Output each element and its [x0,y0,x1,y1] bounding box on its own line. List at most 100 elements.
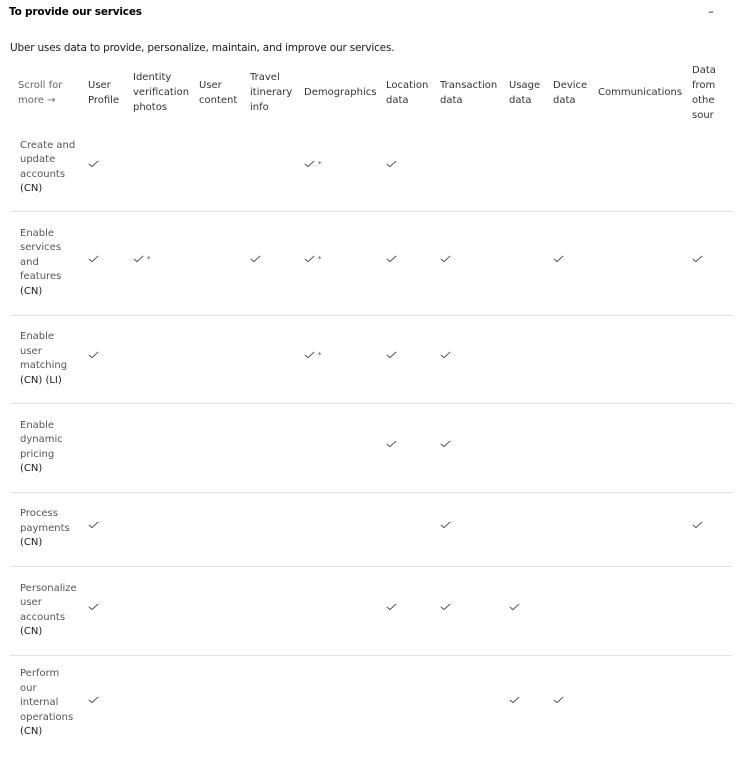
cell-communications [598,566,692,656]
column-header-text: Profile [88,94,120,106]
cell-transaction [440,125,509,212]
checkmark-icon [440,521,454,531]
column-header-location: Location data [386,60,440,125]
purpose-cell: Create and update accounts (CN) [10,125,88,212]
cell-user-content [199,655,250,751]
scroll-hint-text: Scroll for [18,79,63,91]
checkmark-icon [250,255,264,265]
purpose-cell: Enable services and features (CN) [10,211,88,316]
purpose-cell: Process payments (CN) [10,492,88,567]
cell-location [386,211,440,316]
checkmark-icon [692,255,706,265]
cell-other-sources [692,403,732,493]
column-header-text: info [250,102,269,113]
purpose-label: Enable [20,227,55,239]
cell-identity-photos: * [133,211,199,316]
cell-user-content [199,125,250,212]
column-header-text: Transaction [440,79,498,91]
asterisk-note: * [147,255,151,264]
purpose-label: Create and [20,139,76,151]
legal-basis-tags: (CN) [20,463,43,474]
cell-identity-photos [133,315,199,404]
purpose-cell: Personalize user accounts (CN) [10,566,88,656]
cell-user-profile [88,403,133,493]
column-header-text: Identity [133,72,172,83]
cell-location [386,125,440,212]
checkmark-icon [304,351,318,361]
column-header-text: sour [692,109,714,121]
cell-demographics: * [304,125,386,212]
purpose-label: dynamic [20,434,63,445]
purpose-label: matching [20,360,68,371]
table-row: Personalize user accounts (CN) [10,566,732,656]
column-header-identity-photos: Identity verification photos [133,60,199,125]
purpose-label: internal [20,697,59,708]
cell-transaction [440,566,509,656]
asterisk-note: * [318,160,322,168]
cell-other-sources [692,125,732,212]
column-header-travel-itinerary: Travel itinerary info [250,60,304,125]
column-header-text: from [692,79,716,91]
checkmark-icon [386,440,400,450]
cell-device [553,566,598,656]
cell-device [553,125,598,212]
column-header-text: content [199,94,238,106]
column-header-usage: Usage data [509,60,553,125]
column-header-text: Travel [250,72,280,83]
table-row: Enable user matching (CN) (LI) * [10,315,732,404]
cell-demographics [304,492,386,567]
checkmark-icon [386,160,400,170]
checkmark-icon [88,521,102,531]
column-header-text: Location [386,79,429,91]
legal-basis-tags: (CN) [20,183,43,195]
legal-basis-tags: (CN) [20,285,43,297]
purpose-label: pricing [20,448,55,460]
section-header[interactable]: To provide our services – [0,0,740,26]
purpose-label: Enable [20,331,55,342]
cell-device [553,315,598,404]
purpose-cell: Perform our internal operations (CN) [10,655,88,751]
column-header-text: verification [133,87,190,98]
cell-other-sources [692,211,732,316]
cell-transaction [440,655,509,751]
cell-usage [509,492,553,567]
purpose-label: operations [20,711,74,723]
cell-transaction [440,211,509,316]
cell-demographics [304,403,386,493]
purpose-label: Enable [20,419,55,431]
cell-usage [509,315,553,404]
checkmark-icon [88,255,102,265]
column-header-text: data [440,94,463,106]
column-header-text: itinerary [250,87,293,98]
checkmark-icon [692,521,706,531]
cell-device [553,403,598,493]
cell-usage [509,403,553,493]
cell-other-sources [692,492,732,567]
minus-icon[interactable]: – [704,4,718,20]
cell-demographics [304,655,386,751]
cell-communications [598,211,692,316]
data-usage-table-scroll[interactable]: Scroll for more → User Profile Identity verif… [0,60,740,760]
table-row: Enable services and features (CN) * * [10,211,732,316]
cell-location [386,315,440,404]
checkmark-icon [88,160,102,170]
asterisk-note: * [318,351,322,360]
cell-user-content [199,403,250,493]
cell-demographics: * [304,315,386,404]
cell-other-sources [692,315,732,404]
cell-travel-itinerary [250,655,304,751]
purpose-label: and [20,256,39,268]
table-row: Perform our internal operations (CN) [10,655,732,751]
checkmark-icon [440,440,454,450]
column-header-text: data [386,94,409,106]
cell-travel-itinerary [250,125,304,212]
checkmark-icon [553,255,567,265]
cell-location [386,655,440,751]
cell-user-content [199,492,250,567]
cell-communications [598,655,692,751]
checkmark-icon [88,603,102,613]
cell-other-sources [692,566,732,656]
table-row: Create and update accounts (CN) * [10,125,732,212]
cell-identity-photos [133,566,199,656]
legal-basis-tags: (CN) [20,537,43,549]
